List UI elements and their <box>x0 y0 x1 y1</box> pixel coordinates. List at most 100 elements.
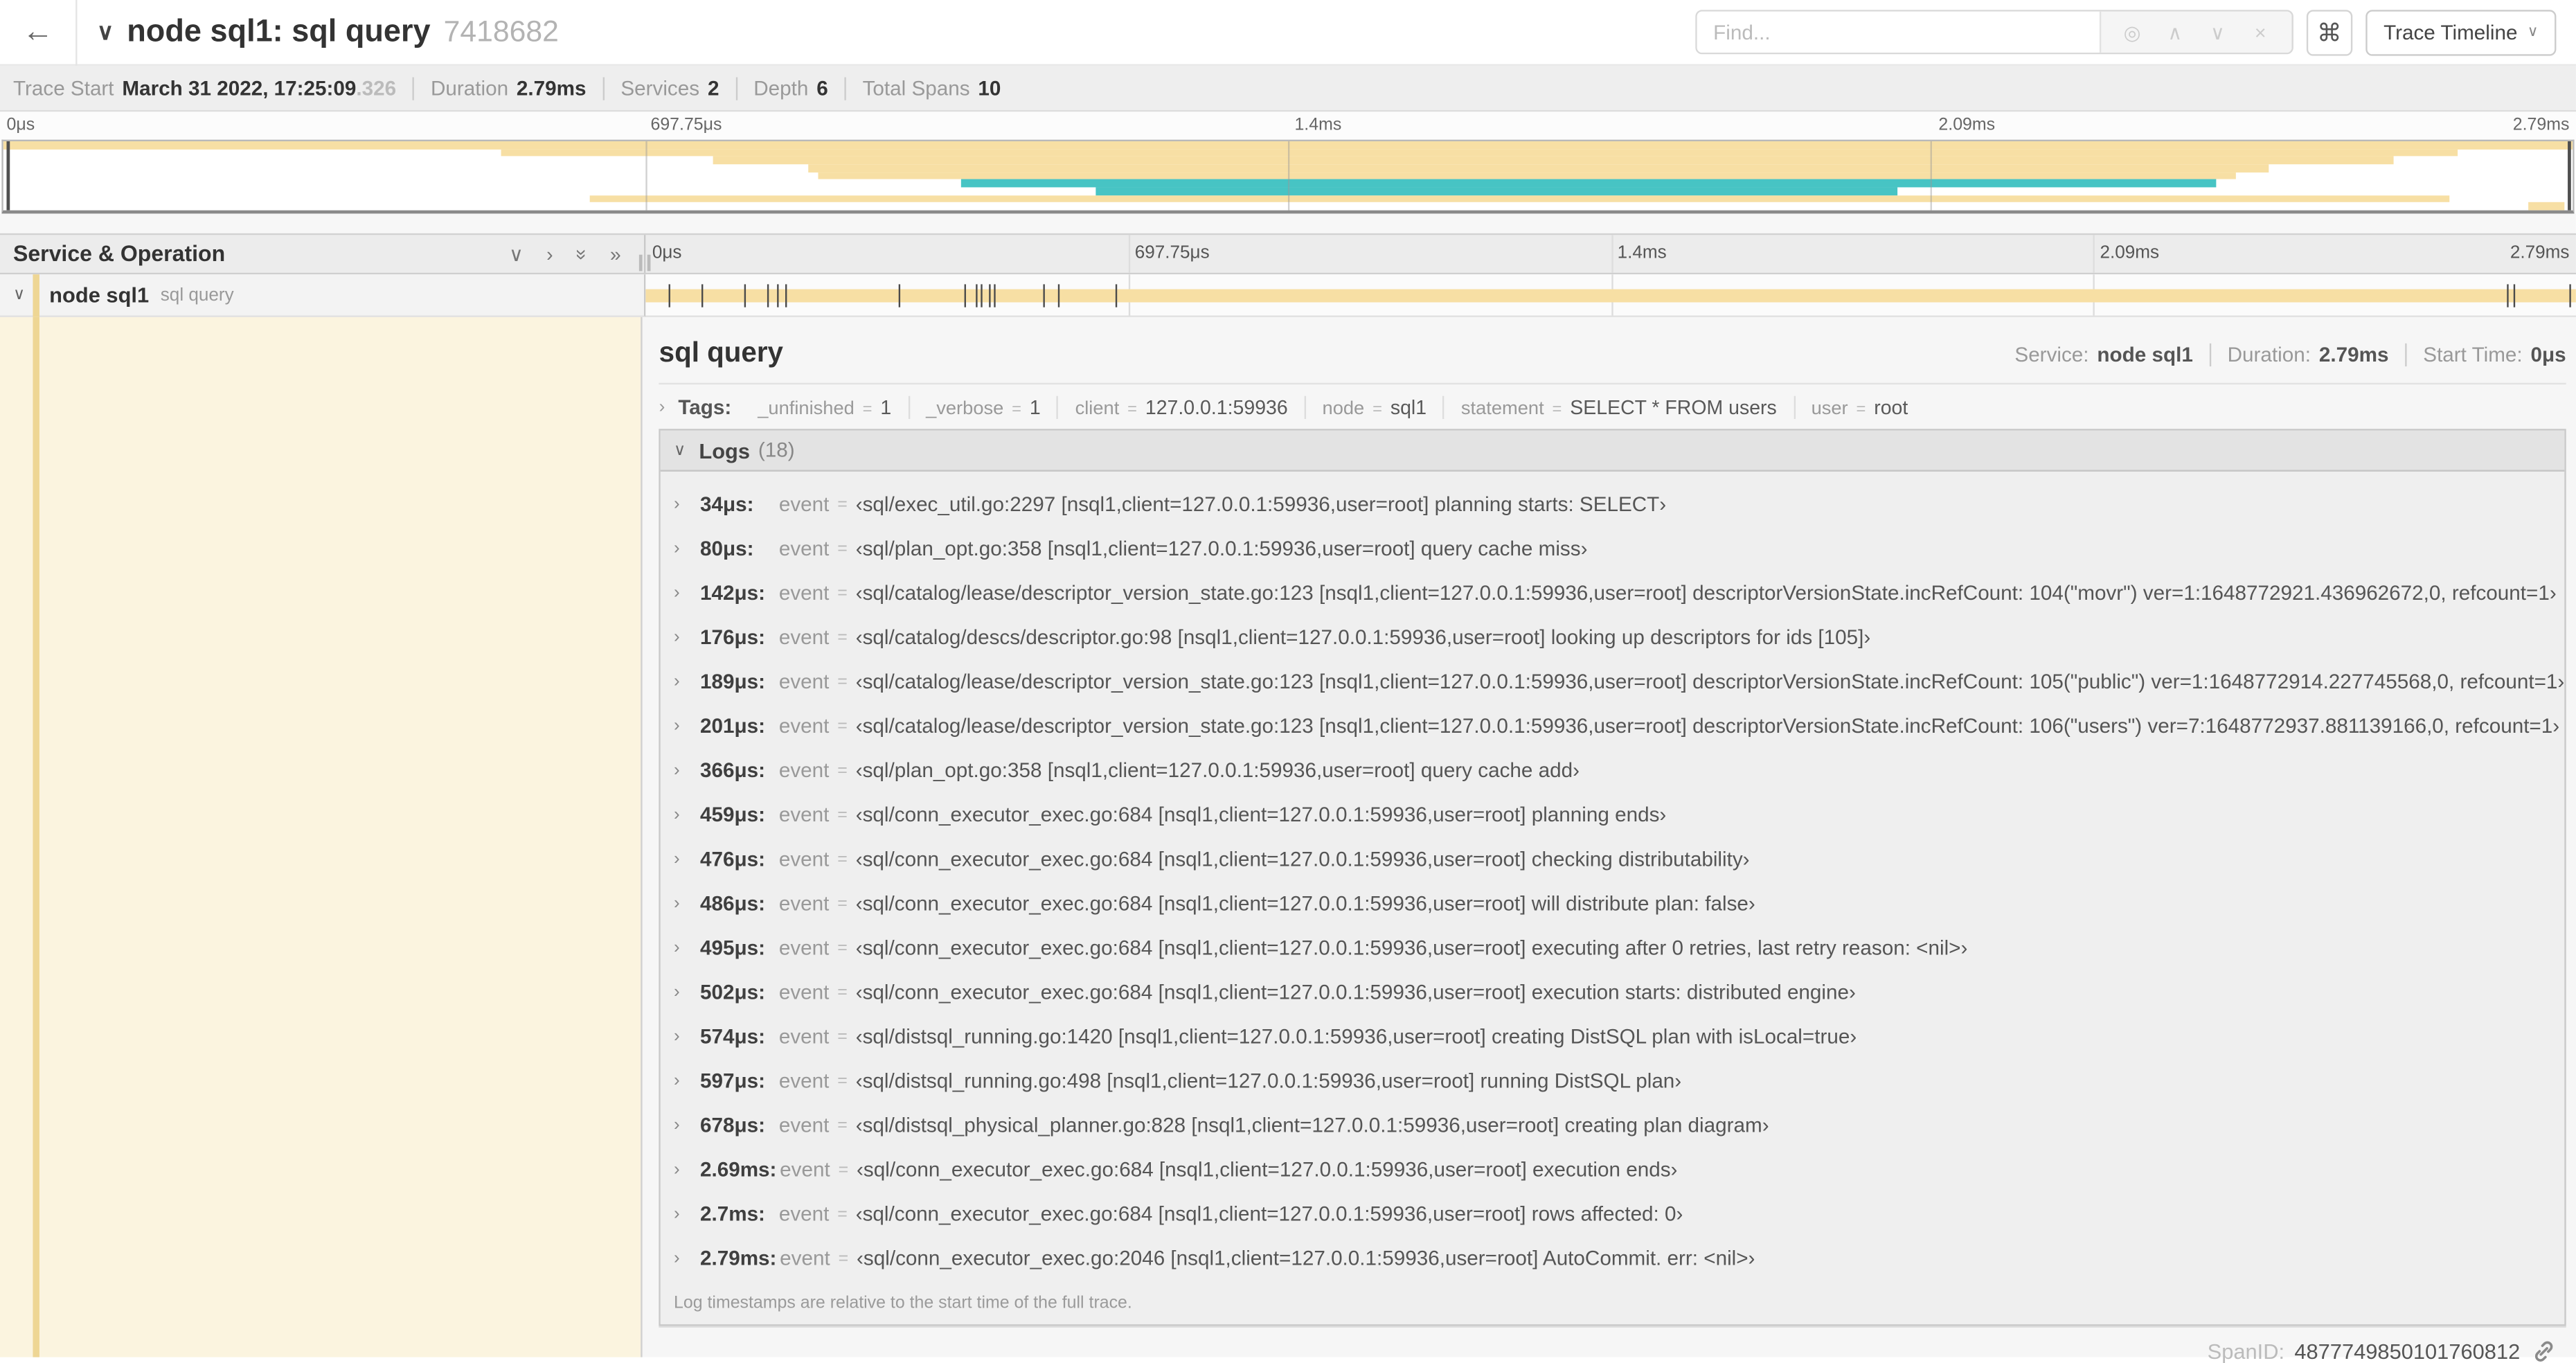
operation-name: sql query <box>160 285 234 305</box>
log-row[interactable]: › 142μs: event = ‹sql/catalog/lease/descript… <box>661 570 2564 614</box>
keyboard-shortcuts-button[interactable]: ⌘ <box>2306 9 2353 55</box>
log-timestamp: 142μs: <box>699 580 765 604</box>
collapse-all-icon[interactable]: » <box>610 242 621 265</box>
log-value: ‹sql/exec_util.go:2297 [nsql1,client=127… <box>855 492 1667 515</box>
tags-row[interactable]: › Tags: _unfinished = 1 _verbose = 1 client = 12… <box>659 384 2566 429</box>
log-value: ‹sql/conn_executor_exec.go:684 [nsql1,cl… <box>855 802 1667 826</box>
log-timestamp: 189μs: <box>699 669 765 693</box>
meta-label: Depth <box>753 76 809 100</box>
detail-content: sql query Service: node sql1 Duration: 2.79… <box>642 317 2576 1363</box>
chevron-right-icon: › <box>674 1114 680 1135</box>
log-row[interactable]: › 502μs: event = ‹sql/conn_executor_exec.go:… <box>661 970 2564 1014</box>
chevron-down-icon: ∨ <box>2527 23 2539 39</box>
log-field-name: event <box>780 1157 830 1181</box>
log-row[interactable]: › 459μs: event = ‹sql/conn_executor_exec.go:… <box>661 792 2564 836</box>
ruler-tick-label: 2.09ms <box>2100 243 2160 263</box>
trace-collapse-icon[interactable]: ∨ <box>97 18 114 46</box>
log-timestamp: 2.79ms: <box>699 1246 777 1270</box>
log-timestamp: 486μs: <box>699 891 765 915</box>
log-equals: = <box>838 1247 849 1268</box>
tag-value: sql1 <box>1390 395 1427 419</box>
log-row[interactable]: › 176μs: event = ‹sql/catalog/descs/descript… <box>661 614 2564 659</box>
service-operation-header: Service & Operation ∨ › » » <box>0 235 651 273</box>
prev-match-icon[interactable]: ∧ <box>2154 21 2197 44</box>
span-duration-bar[interactable] <box>645 289 2576 303</box>
log-row[interactable]: › 189μs: event = ‹sql/catalog/lease/descript… <box>661 659 2564 703</box>
log-row[interactable]: › 476μs: event = ‹sql/conn_executor_exec.go:… <box>661 837 2564 881</box>
log-row[interactable]: › 2.7ms: event = ‹sql/conn_executor_exec.go:… <box>661 1191 2564 1236</box>
meta-label: Trace Start <box>12 76 114 100</box>
span-row[interactable]: ∨ node sql1 sql query <box>0 274 2576 317</box>
ruler-tick-label: 0μs <box>6 115 35 135</box>
minimap-left-scrubber[interactable] <box>7 141 11 211</box>
expand-one-icon[interactable]: ∨ <box>509 242 524 265</box>
meta-label: Services <box>620 76 700 100</box>
log-row[interactable]: › 495μs: event = ‹sql/conn_executor_exec.go:… <box>661 925 2564 970</box>
minimap-spacer <box>0 213 2576 233</box>
logs-header[interactable]: ∨ Logs (18) <box>661 430 2565 472</box>
back-button[interactable]: ← <box>0 0 78 65</box>
locate-icon[interactable]: ◎ <box>2111 21 2154 44</box>
log-row[interactable]: › 366μs: event = ‹sql/plan_opt.go:358 [nsql1… <box>661 747 2564 792</box>
log-value: ‹sql/distsql_physical_planner.go:828 [ns… <box>855 1113 1769 1137</box>
log-row[interactable]: › 574μs: event = ‹sql/distsql_running.go:142… <box>661 1014 2564 1058</box>
meta-suffix: .326 <box>356 76 397 100</box>
log-field-name: event <box>778 758 830 782</box>
log-equals: = <box>838 1159 849 1179</box>
log-field-name: event <box>778 891 830 915</box>
log-timestamp: 2.7ms: <box>699 1202 765 1225</box>
log-field-name: event <box>780 1246 830 1270</box>
log-marker-tick <box>776 284 779 308</box>
trace-view-selector[interactable]: Trace Timeline ∨ <box>2365 9 2557 55</box>
log-row[interactable]: › 597μs: event = ‹sql/distsql_running.go:498… <box>661 1058 2564 1103</box>
log-field-name: event <box>778 802 830 826</box>
log-field-name: event <box>778 980 830 1004</box>
detail-info-label: Start Time: <box>2423 343 2523 367</box>
tag-value: 127.0.0.1:59936 <box>1145 395 1288 419</box>
log-field-name: event <box>778 536 830 560</box>
spanid-label: SpanID: <box>2207 1339 2285 1363</box>
log-row[interactable]: › 2.69ms: event = ‹sql/conn_executor_exec.go… <box>661 1147 2564 1191</box>
log-value: ‹sql/plan_opt.go:358 [nsql1,client=127.0… <box>855 758 1580 782</box>
log-row[interactable]: › 678μs: event = ‹sql/distsql_physical_plann… <box>661 1103 2564 1147</box>
log-row[interactable]: › 2.79ms: event = ‹sql/conn_executor_exec.go… <box>661 1236 2564 1280</box>
chevron-right-icon: › <box>674 760 680 780</box>
detail-info-label: Duration: <box>2227 343 2311 367</box>
logs-title: Logs <box>699 438 751 463</box>
span-collapse-icon[interactable]: ∨ <box>13 286 30 304</box>
logs-section: ∨ Logs (18) › 34μs: event = ‹sql/exec_util.g… <box>659 429 2566 1326</box>
minimap-right-scrubber[interactable] <box>2568 141 2572 211</box>
log-equals: = <box>837 627 848 647</box>
chevron-right-icon[interactable]: › <box>659 398 665 417</box>
header-toolbar: ◎ ∧ ∨ × ⌘ Trace Timeline ∨ <box>1695 9 2557 55</box>
ruler-tick-label: 697.75μs <box>1134 243 1210 263</box>
column-resizer[interactable] <box>638 254 651 271</box>
log-row[interactable]: › 201μs: event = ‹sql/catalog/lease/descript… <box>661 703 2564 747</box>
clear-search-icon[interactable]: × <box>2239 21 2282 44</box>
tag-key: client <box>1075 399 1120 419</box>
log-equals: = <box>837 893 848 913</box>
collapse-one-icon[interactable]: › <box>546 242 553 265</box>
log-row[interactable]: › 486μs: event = ‹sql/conn_executor_exec.go:… <box>661 881 2564 925</box>
log-marker-tick <box>1043 284 1045 308</box>
deep-link-icon[interactable] <box>2532 1339 2557 1363</box>
gridline <box>1287 141 1290 211</box>
log-field-name: event <box>778 713 830 738</box>
log-row[interactable]: › 80μs: event = ‹sql/plan_opt.go:358 [nsql1,… <box>661 526 2564 570</box>
span-row-name-cell[interactable]: ∨ node sql1 sql query <box>0 274 646 317</box>
chevron-right-icon: › <box>674 582 680 603</box>
expand-all-icon[interactable]: » <box>570 249 593 260</box>
log-marker-tick <box>981 284 983 308</box>
tag-equals: = <box>1372 400 1382 419</box>
find-input[interactable] <box>1697 11 2100 53</box>
log-timestamp: 34μs: <box>699 492 754 515</box>
meta-label: Duration <box>430 76 509 100</box>
log-timestamp: 502μs: <box>699 980 765 1004</box>
detail-info-label: Service: <box>2014 343 2089 367</box>
span-bar-wrap[interactable] <box>645 274 2576 317</box>
log-row[interactable]: › 34μs: event = ‹sql/exec_util.go:2297 [nsql… <box>661 481 2564 526</box>
minimap-canvas[interactable] <box>1 139 2575 214</box>
command-icon: ⌘ <box>2317 19 2342 47</box>
next-match-icon[interactable]: ∨ <box>2197 21 2239 44</box>
trace-meta-item: Depth 6 <box>735 76 828 100</box>
